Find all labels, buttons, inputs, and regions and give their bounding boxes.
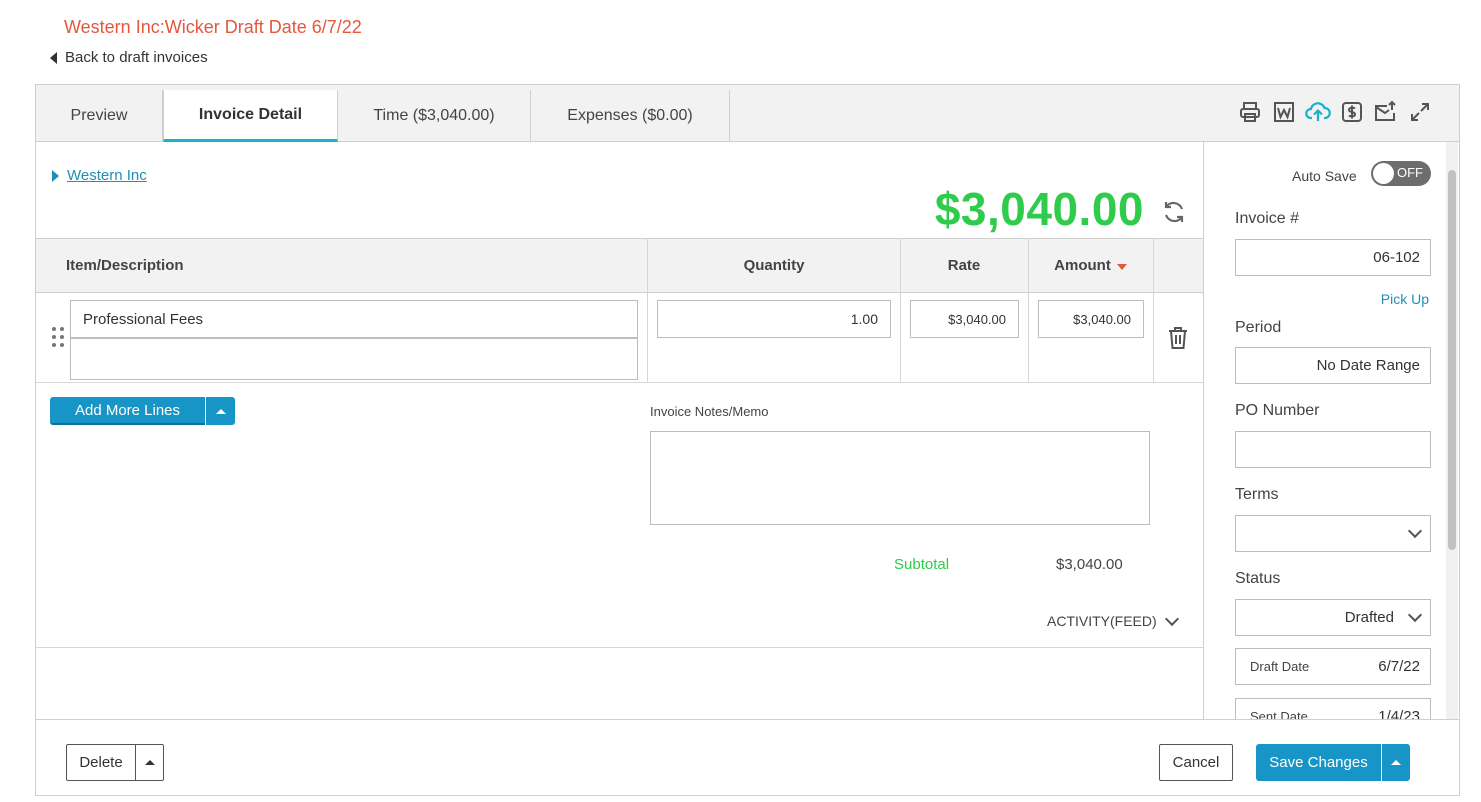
divider [36, 647, 1203, 648]
page-title: Western Inc:Wicker Draft Date 6/7/22 [64, 17, 362, 37]
add-more-lines-group: Add More Lines [50, 397, 235, 425]
invoice-total: $3,040.00 [934, 183, 1144, 235]
tab-expenses[interactable]: Expenses ($0.00) [531, 90, 730, 141]
toolbar [1237, 99, 1433, 125]
tab-invoice-detail[interactable]: Invoice Detail [163, 90, 338, 142]
status-value: Drafted [1344, 609, 1394, 626]
subtotal-value: $3,040.00 [1056, 556, 1123, 573]
invoice-detail-main: Western Inc $3,040.00 Item/Description Q… [36, 142, 1203, 719]
email-send-icon[interactable] [1373, 99, 1399, 125]
refresh-icon[interactable] [1159, 197, 1189, 227]
word-icon[interactable] [1271, 99, 1297, 125]
invoice-number-label: Invoice # [1235, 210, 1300, 227]
po-number-input[interactable] [1235, 431, 1431, 468]
terms-select[interactable] [1235, 515, 1431, 552]
auto-save-label: Auto Save [1292, 168, 1357, 184]
back-to-drafts-link[interactable]: Back to draft invoices [50, 49, 208, 66]
header-amount-label: Amount [1054, 257, 1111, 274]
pick-up-link[interactable]: Pick Up [1381, 291, 1429, 307]
sort-desc-icon [1116, 263, 1127, 270]
subtotal-label: Subtotal [894, 556, 950, 573]
draft-date-value: 6/7/22 [1378, 658, 1420, 675]
header-rate[interactable]: Rate [900, 239, 1028, 292]
rate-input[interactable]: $3,040.00 [910, 300, 1019, 338]
back-link-label: Back to draft invoices [65, 49, 208, 66]
item-description-input[interactable] [70, 338, 638, 380]
save-menu-button[interactable] [1382, 744, 1410, 781]
client-link[interactable]: Western Inc [52, 167, 147, 184]
add-lines-menu-button[interactable] [206, 397, 235, 425]
invoice-sidebar: Auto Save OFF Invoice # 06-102 Pick Up P… [1203, 142, 1459, 719]
caret-right-icon [52, 169, 59, 182]
auto-save-state: OFF [1397, 165, 1423, 180]
memo-label: Invoice Notes/Memo [650, 404, 769, 419]
amount-input[interactable]: $3,040.00 [1038, 300, 1144, 338]
memo-textarea[interactable] [650, 431, 1150, 525]
status-label: Status [1235, 570, 1281, 587]
chevron-down-icon [1407, 523, 1423, 539]
drag-handle-icon[interactable] [52, 327, 64, 347]
caret-up-icon [1391, 760, 1401, 765]
cloud-upload-icon[interactable] [1305, 99, 1331, 125]
trash-icon[interactable] [1167, 326, 1189, 355]
print-icon[interactable] [1237, 99, 1263, 125]
item-name-input[interactable]: Professional Fees [70, 300, 638, 338]
invoice-panel: Preview Invoice Detail Time ($3,040.00) … [35, 84, 1460, 796]
sent-date-label: Sent Date [1250, 709, 1308, 719]
activity-feed-toggle[interactable]: ACTIVITY(FEED) [1047, 611, 1179, 629]
activity-label: ACTIVITY(FEED) [1047, 613, 1157, 629]
tab-preview[interactable]: Preview [36, 90, 163, 141]
footer-actions: Delete Cancel Save Changes [36, 719, 1459, 795]
expand-icon[interactable] [1407, 99, 1433, 125]
caret-up-icon [144, 760, 155, 765]
caret-left-icon [50, 51, 57, 64]
period-field[interactable]: No Date Range [1235, 347, 1431, 384]
tab-bar: Preview Invoice Detail Time ($3,040.00) … [36, 85, 1459, 142]
status-select[interactable]: Drafted [1235, 599, 1431, 636]
caret-up-icon [215, 408, 226, 414]
delete-menu-button[interactable] [135, 744, 164, 781]
add-more-lines-button[interactable]: Add More Lines [50, 397, 205, 425]
draft-date-label: Draft Date [1250, 659, 1310, 674]
invoice-number-input[interactable]: 06-102 [1235, 239, 1431, 276]
header-amount[interactable]: Amount [1028, 239, 1153, 292]
sidebar-scrollbar[interactable] [1446, 142, 1458, 719]
sent-date-value: 1/4/23 [1378, 708, 1420, 719]
header-item: Item/Description [66, 257, 184, 274]
quantity-input[interactable]: 1.00 [657, 300, 891, 338]
chevron-down-icon [1164, 611, 1179, 626]
terms-label: Terms [1235, 486, 1279, 503]
dollar-icon[interactable] [1339, 99, 1365, 125]
client-name: Western Inc [67, 167, 147, 184]
save-changes-button[interactable]: Save Changes [1256, 744, 1381, 781]
sent-date-field[interactable]: Sent Date 1/4/23 [1235, 698, 1431, 719]
tab-time[interactable]: Time ($3,040.00) [338, 90, 531, 141]
auto-save-toggle[interactable]: OFF [1371, 161, 1431, 186]
period-label: Period [1235, 319, 1282, 336]
delete-button[interactable]: Delete [66, 744, 136, 781]
po-number-label: PO Number [1235, 402, 1320, 419]
header-quantity[interactable]: Quantity [648, 239, 900, 292]
chevron-down-icon [1407, 607, 1423, 623]
cancel-button[interactable]: Cancel [1159, 744, 1233, 781]
draft-date-field[interactable]: Draft Date 6/7/22 [1235, 648, 1431, 685]
